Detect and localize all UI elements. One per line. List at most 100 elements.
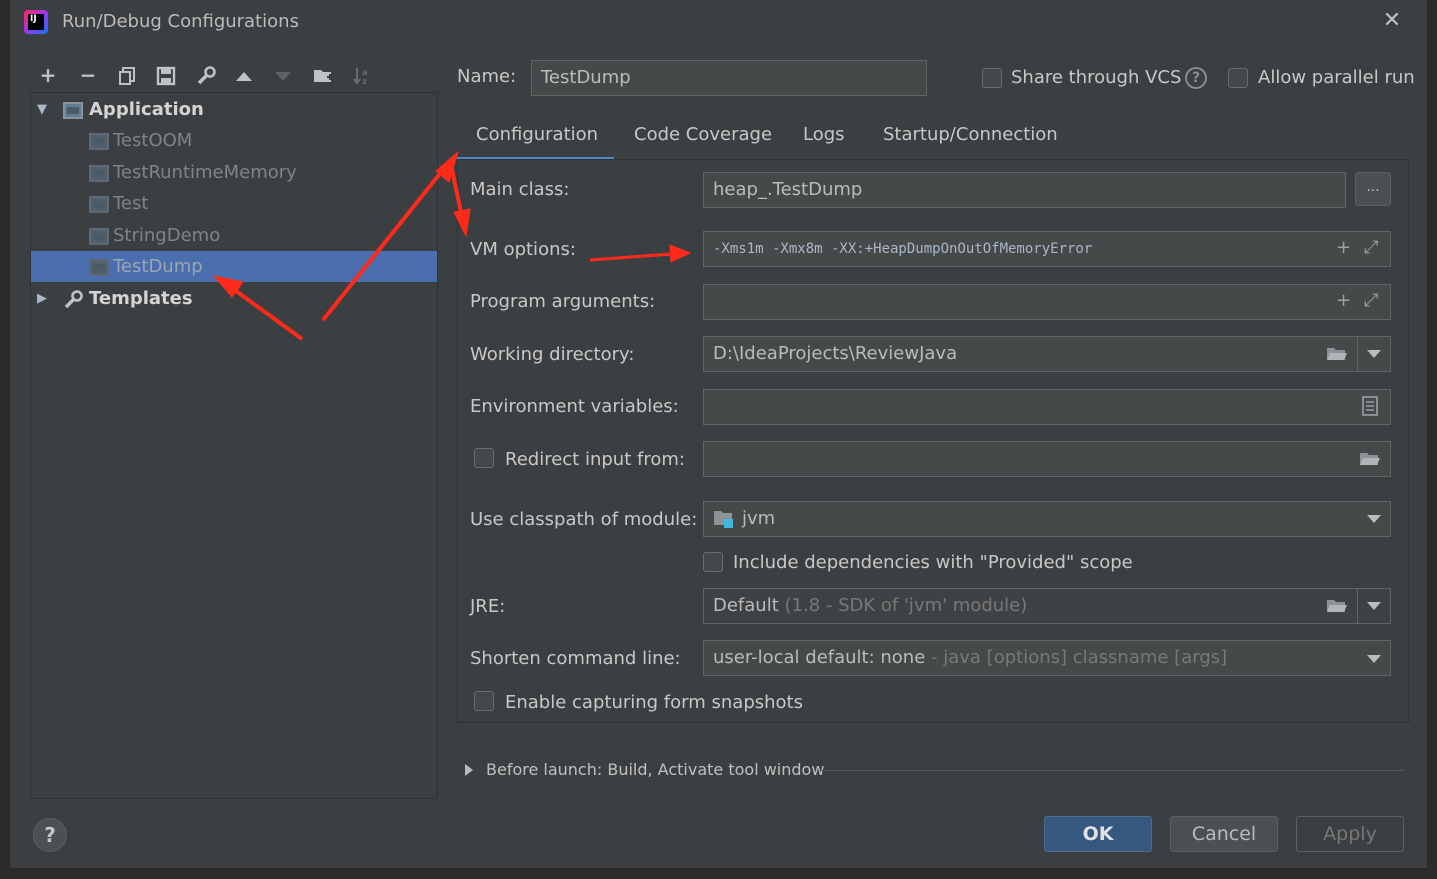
dropdown-arrow-icon[interactable] [1367,602,1381,610]
copy-configuration-icon[interactable] [113,62,141,88]
move-down-icon[interactable] [269,62,297,88]
application-icon [89,259,109,276]
application-icon [63,102,83,119]
help-icon[interactable]: ? [1185,67,1207,89]
module-folder-icon [713,509,735,533]
wrench-icon [63,289,83,320]
edit-list-icon[interactable] [1362,396,1378,420]
application-icon [89,196,109,213]
tab-configuration[interactable]: Configuration [457,122,614,160]
title-bar: IJ Run/Debug Configurations ✕ [10,0,1427,44]
field-separator [1357,589,1358,623]
save-configuration-icon[interactable] [152,62,180,88]
tree-item-label: Test [113,193,149,214]
tree-item-testdump[interactable]: TestDump [31,251,437,282]
redirect-input-checkbox[interactable] [474,448,494,468]
tab-logs[interactable]: Logs [803,122,845,160]
expand-icon[interactable]: ⤢ [1364,237,1378,258]
share-vcs-checkbox[interactable] [982,68,1002,88]
working-directory-input[interactable]: D:\IdeaProjects\ReviewJava [703,336,1391,372]
tree-item-label: TestRuntimeMemory [113,162,297,183]
share-vcs-label: Share through VCS [1011,67,1182,88]
folder-icon[interactable] [1359,450,1381,472]
classpath-module-select[interactable]: jvm [703,501,1391,537]
vm-options-label: VM options: [470,239,576,260]
include-provided-deps-checkbox[interactable] [703,552,723,572]
program-arguments-label: Program arguments: [470,291,656,312]
shorten-command-line-label: Shorten command line: [470,648,681,669]
move-up-icon[interactable] [230,62,258,88]
expand-before-launch-icon[interactable] [465,764,473,776]
tree-item-test[interactable]: Test [31,188,437,219]
tab-code-coverage[interactable]: Code Coverage [634,122,772,160]
insert-macro-icon[interactable]: + [1336,290,1351,311]
ok-button[interactable]: OK [1044,816,1152,852]
tree-node-application[interactable]: ▼ Application [31,94,437,125]
jre-label: JRE: [470,596,506,617]
apply-button[interactable]: Apply [1296,816,1404,852]
sort-alphabetically-icon[interactable]: az [348,62,376,88]
classpath-module-label: Use classpath of module: [470,509,698,530]
configuration-tree: ▼ Application TestOOM TestRuntimeMemory … [30,92,438,799]
dropdown-arrow-icon[interactable] [1367,655,1381,663]
intellij-logo-icon: IJ [24,10,48,34]
name-label: Name: [457,66,517,87]
vm-options-input[interactable]: -Xms1m -Xmx8m -XX:+HeapDumpOnOutOfMemory… [703,231,1391,267]
field-separator [1357,337,1358,371]
redirect-input-field[interactable] [703,441,1391,477]
environment-variables-input[interactable] [703,389,1391,425]
expand-icon[interactable]: ⤢ [1364,290,1378,311]
tree-item-label: TestDump [113,256,203,277]
program-arguments-input[interactable] [703,284,1391,320]
main-class-label: Main class: [470,179,570,200]
main-class-input[interactable]: heap_.TestDump [703,172,1346,208]
run-debug-dialog: IJ Run/Debug Configurations ✕ + − az ▼ A… [10,0,1427,868]
folder-icon[interactable] [1326,345,1348,367]
shorten-command-line-select[interactable]: user-local default: none - java [options… [703,640,1391,676]
background-editor-strip [0,0,10,879]
environment-variables-label: Environment variables: [470,396,679,417]
application-icon [89,133,109,150]
before-launch-divider [820,770,1405,771]
tree-item-label: TestOOM [113,130,193,151]
wrench-icon[interactable] [192,62,220,88]
cancel-button[interactable]: Cancel [1170,816,1278,852]
jre-hint: (1.8 - SDK of 'jvm' module) [778,595,1028,616]
shorten-value: user-local default: none [713,647,926,668]
expanded-arrow-icon[interactable]: ▼ [37,94,47,125]
tree-node-label: Application [89,99,204,120]
form-snapshots-label: Enable capturing form snapshots [505,692,803,713]
tree-item-testruntimememory[interactable]: TestRuntimeMemory [31,157,437,188]
new-folder-icon[interactable] [309,62,337,88]
browse-main-class-button[interactable]: ... [1355,172,1391,206]
working-directory-label: Working directory: [470,344,635,365]
svg-text:z: z [362,77,367,86]
insert-macro-icon[interactable]: + [1336,237,1351,258]
tree-node-label: Templates [89,288,193,309]
dropdown-arrow-icon[interactable] [1367,515,1381,523]
tree-node-templates[interactable]: ▶ Templates [31,283,437,314]
allow-parallel-label: Allow parallel run [1258,67,1415,88]
collapsed-arrow-icon[interactable]: ▶ [37,283,47,314]
jre-select[interactable]: Default (1.8 - SDK of 'jvm' module) [703,588,1391,624]
add-configuration-button[interactable]: + [34,62,62,88]
folder-icon[interactable] [1326,597,1348,619]
tab-startup-connection[interactable]: Startup/Connection [883,122,1058,160]
shorten-hint: - java [options] classname [args] [925,647,1228,668]
jre-value: Default [713,595,779,616]
include-provided-deps-label: Include dependencies with "Provided" sco… [733,552,1133,573]
tree-item-stringdemo[interactable]: StringDemo [31,220,437,251]
svg-text:a: a [362,68,367,77]
help-button[interactable]: ? [33,818,67,852]
name-input[interactable]: TestDump [531,60,927,96]
allow-parallel-checkbox[interactable] [1228,68,1248,88]
application-icon [89,228,109,245]
form-snapshots-checkbox[interactable] [474,691,494,711]
before-launch-label[interactable]: Before launch: Build, Activate tool wind… [486,760,824,779]
tree-item-label: StringDemo [113,225,221,246]
application-icon [89,165,109,182]
dropdown-arrow-icon[interactable] [1367,350,1381,358]
close-button[interactable]: ✕ [1380,8,1404,34]
tree-item-testoom[interactable]: TestOOM [31,125,437,156]
remove-configuration-button[interactable]: − [74,62,102,88]
